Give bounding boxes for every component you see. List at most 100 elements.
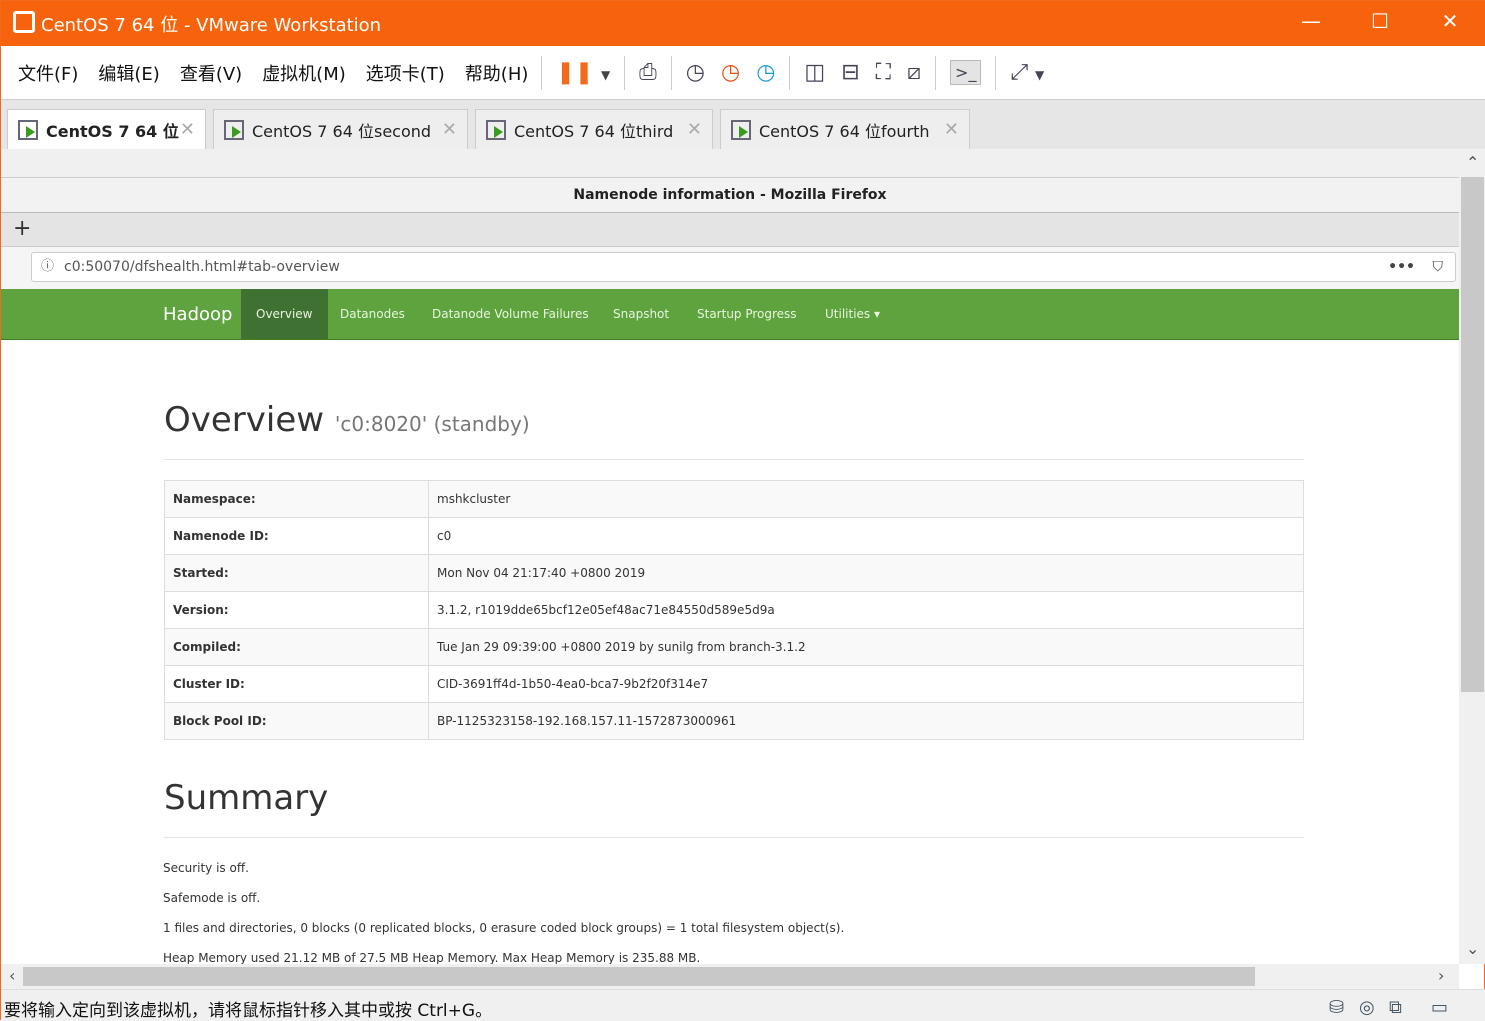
cd-dvd-icon[interactable]: ◎	[1359, 997, 1375, 1018]
network-icon[interactable]: ⧉	[1389, 997, 1402, 1018]
menu-file[interactable]: 文件(F)	[18, 60, 78, 86]
overview-subtitle: 'c0:8020' (standby)	[334, 412, 530, 436]
tab-label: CentOS 7 64 位fourth	[759, 121, 930, 141]
new-tab-icon[interactable]: +	[13, 216, 31, 241]
library-icon[interactable]: ◫	[804, 60, 825, 85]
row-key: Namenode ID:	[164, 517, 429, 555]
vm-tab-3[interactable]: CentOS 7 64 位third ✕	[475, 109, 713, 149]
vmware-logo-icon	[13, 11, 35, 33]
summary-line: Safemode is off.	[163, 891, 261, 905]
menu-tabs[interactable]: 选项卡(T)	[366, 60, 445, 86]
tab-label: CentOS 7 64 位	[46, 121, 179, 141]
scroll-down-icon[interactable]: ⌄	[1466, 939, 1479, 958]
table-row: Cluster ID: CID-3691ff4d-1b50-4ea0-bca7-9…	[164, 665, 1304, 703]
overview-table: Namespace: mshkcluster Namenode ID: c0 Sta…	[164, 480, 1304, 740]
minimize-button[interactable]: —	[1296, 9, 1326, 33]
nav-snapshot[interactable]: Snapshot	[598, 289, 684, 339]
row-value: CID-3691ff4d-1b50-4ea0-bca7-9b2f20f314e7	[428, 665, 1304, 703]
vm-tab-1[interactable]: CentOS 7 64 位 ✕	[7, 109, 206, 149]
horizontal-scroll-thumb[interactable]	[23, 967, 1255, 986]
stretch-icon[interactable]: ⤢ ▼	[1010, 60, 1044, 85]
row-value: BP-1125323158-192.168.157.11-15728730009…	[428, 702, 1304, 740]
table-row: Version: 3.1.2, r1019dde65bcf12e05ef48ac7…	[164, 591, 1304, 629]
row-value: mshkcluster	[428, 480, 1304, 518]
table-row: Started: Mon Nov 04 21:17:40 +0800 2019	[164, 554, 1304, 592]
page-content: Overview 'c0:8020' (standby) Namespace: m…	[1, 340, 1459, 965]
pocket-icon[interactable]: ⛉	[1433, 253, 1444, 281]
close-tab-icon[interactable]: ✕	[687, 119, 702, 140]
summary-line: Security is off.	[163, 861, 249, 875]
row-key: Namespace:	[164, 480, 429, 518]
vm-icon	[731, 119, 751, 140]
vm-icon	[18, 119, 38, 140]
row-key: Compiled:	[164, 628, 429, 666]
vm-icon	[224, 119, 244, 140]
nav-startup-progress[interactable]: Startup Progress	[682, 289, 812, 339]
table-row: Block Pool ID: BP-1125323158-192.168.157.…	[164, 702, 1304, 740]
url-text: c0:50070/dfshealth.html#tab-overview	[64, 259, 340, 275]
page-actions-icon[interactable]: •••	[1388, 253, 1415, 281]
row-value: Mon Nov 04 21:17:40 +0800 2019	[428, 554, 1304, 592]
message-log-icon[interactable]: ▭	[1431, 997, 1448, 1018]
table-row: Compiled: Tue Jan 29 09:39:00 +0800 2019 …	[164, 628, 1304, 666]
close-tab-icon[interactable]: ✕	[442, 119, 457, 140]
close-button[interactable]: ✕	[1435, 9, 1465, 33]
row-value: 3.1.2, r1019dde65bcf12e05ef48ac71e84550d…	[428, 591, 1304, 629]
firefox-tab-strip: +	[1, 213, 1459, 247]
vertical-scroll-thumb[interactable]	[1461, 177, 1484, 692]
row-key: Block Pool ID:	[164, 702, 429, 740]
title-bar: CentOS 7 64 位 - VMware Workstation — ☐ ✕	[1, 1, 1485, 46]
row-value: c0	[428, 517, 1304, 555]
row-key: Version:	[164, 591, 429, 629]
firefox-title: Namenode information - Mozilla Firefox	[1, 177, 1459, 213]
table-row: Namespace: mshkcluster	[164, 480, 1304, 518]
fullscreen-icon[interactable]: ⛶	[876, 60, 891, 85]
close-tab-icon[interactable]: ✕	[180, 119, 195, 140]
vm-tab-bar: CentOS 7 64 位 ✕ CentOS 7 64 位second ✕ Cent…	[1, 100, 1485, 149]
hadoop-brand[interactable]: Hadoop	[163, 304, 232, 325]
vm-icon	[486, 119, 506, 140]
console-view-icon[interactable]: >_	[950, 60, 982, 85]
tab-label: CentOS 7 64 位third	[514, 121, 674, 141]
row-value: Tue Jan 29 09:39:00 +0800 2019 by sunilg…	[428, 628, 1304, 666]
window-title: CentOS 7 64 位 - VMware Workstation	[41, 15, 382, 36]
status-message: 要将输入定向到该虚拟机，请将鼠标指针移入其中或按 Ctrl+G。	[4, 1001, 493, 1021]
nav-datanodes[interactable]: Datanodes	[325, 289, 420, 339]
firefox-nav-bar: ⓘ c0:50070/dfshealth.html#tab-overview ••…	[1, 247, 1459, 289]
scroll-up-icon[interactable]: ⌃	[1466, 153, 1479, 172]
snapshot-icon[interactable]: ◷	[686, 60, 705, 85]
vm-tab-4[interactable]: CentOS 7 64 位fourth ✕	[720, 109, 970, 149]
close-tab-icon[interactable]: ✕	[944, 119, 959, 140]
hadoop-navbar: Hadoop Overview Datanodes Datanode Volum…	[1, 289, 1459, 340]
scroll-right-icon[interactable]: ›	[1438, 966, 1444, 985]
maximize-button[interactable]: ☐	[1365, 9, 1395, 33]
overview-heading: Overview 'c0:8020' (standby)	[164, 400, 530, 440]
vm-tab-2[interactable]: CentOS 7 64 位second ✕	[213, 109, 468, 149]
pause-icon[interactable]: ❚❚ ▼	[556, 60, 610, 85]
tab-label: CentOS 7 64 位second	[252, 121, 432, 141]
nav-overview[interactable]: Overview	[241, 289, 328, 339]
menu-vm[interactable]: 虚拟机(M)	[262, 60, 346, 86]
unity-icon[interactable]: ⧄	[907, 60, 921, 85]
status-bar: 要将输入定向到该虚拟机，请将鼠标指针移入其中或按 Ctrl+G。	[1, 989, 1485, 1021]
nav-utilities[interactable]: Utilities ▾	[810, 289, 895, 339]
nav-volume-failures[interactable]: Datanode Volume Failures	[417, 289, 604, 339]
summary-line: 1 files and directories, 0 blocks (0 rep…	[163, 921, 845, 935]
snapshot-manager-icon[interactable]: ◷	[756, 60, 775, 85]
hard-disk-icon[interactable]: ⛁	[1329, 997, 1344, 1018]
row-key: Cluster ID:	[164, 665, 429, 703]
menu-view[interactable]: 查看(V)	[180, 60, 242, 86]
url-bar[interactable]: ⓘ c0:50070/dfshealth.html#tab-overview ••…	[31, 252, 1456, 282]
thumbnail-icon[interactable]: ⊟	[841, 60, 859, 85]
table-row: Namenode ID: c0	[164, 517, 1304, 555]
menu-bar: 文件(F) 编辑(E) 查看(V) 虚拟机(M) 选项卡(T) 帮助(H) ❚❚…	[1, 46, 1485, 100]
menu-edit[interactable]: 编辑(E)	[98, 60, 159, 86]
revert-snapshot-icon[interactable]: ◷	[721, 60, 740, 85]
summary-heading: Summary	[164, 778, 329, 818]
summary-line: Heap Memory used 21.12 MB of 27.5 MB Hea…	[163, 951, 701, 965]
info-icon[interactable]: ⓘ	[41, 253, 54, 281]
scroll-left-icon[interactable]: ‹	[9, 966, 15, 985]
guest-top-strip	[1, 149, 1459, 177]
menu-help[interactable]: 帮助(H)	[465, 60, 529, 86]
send-ctrl-alt-del-icon[interactable]: ⎙	[639, 60, 657, 85]
